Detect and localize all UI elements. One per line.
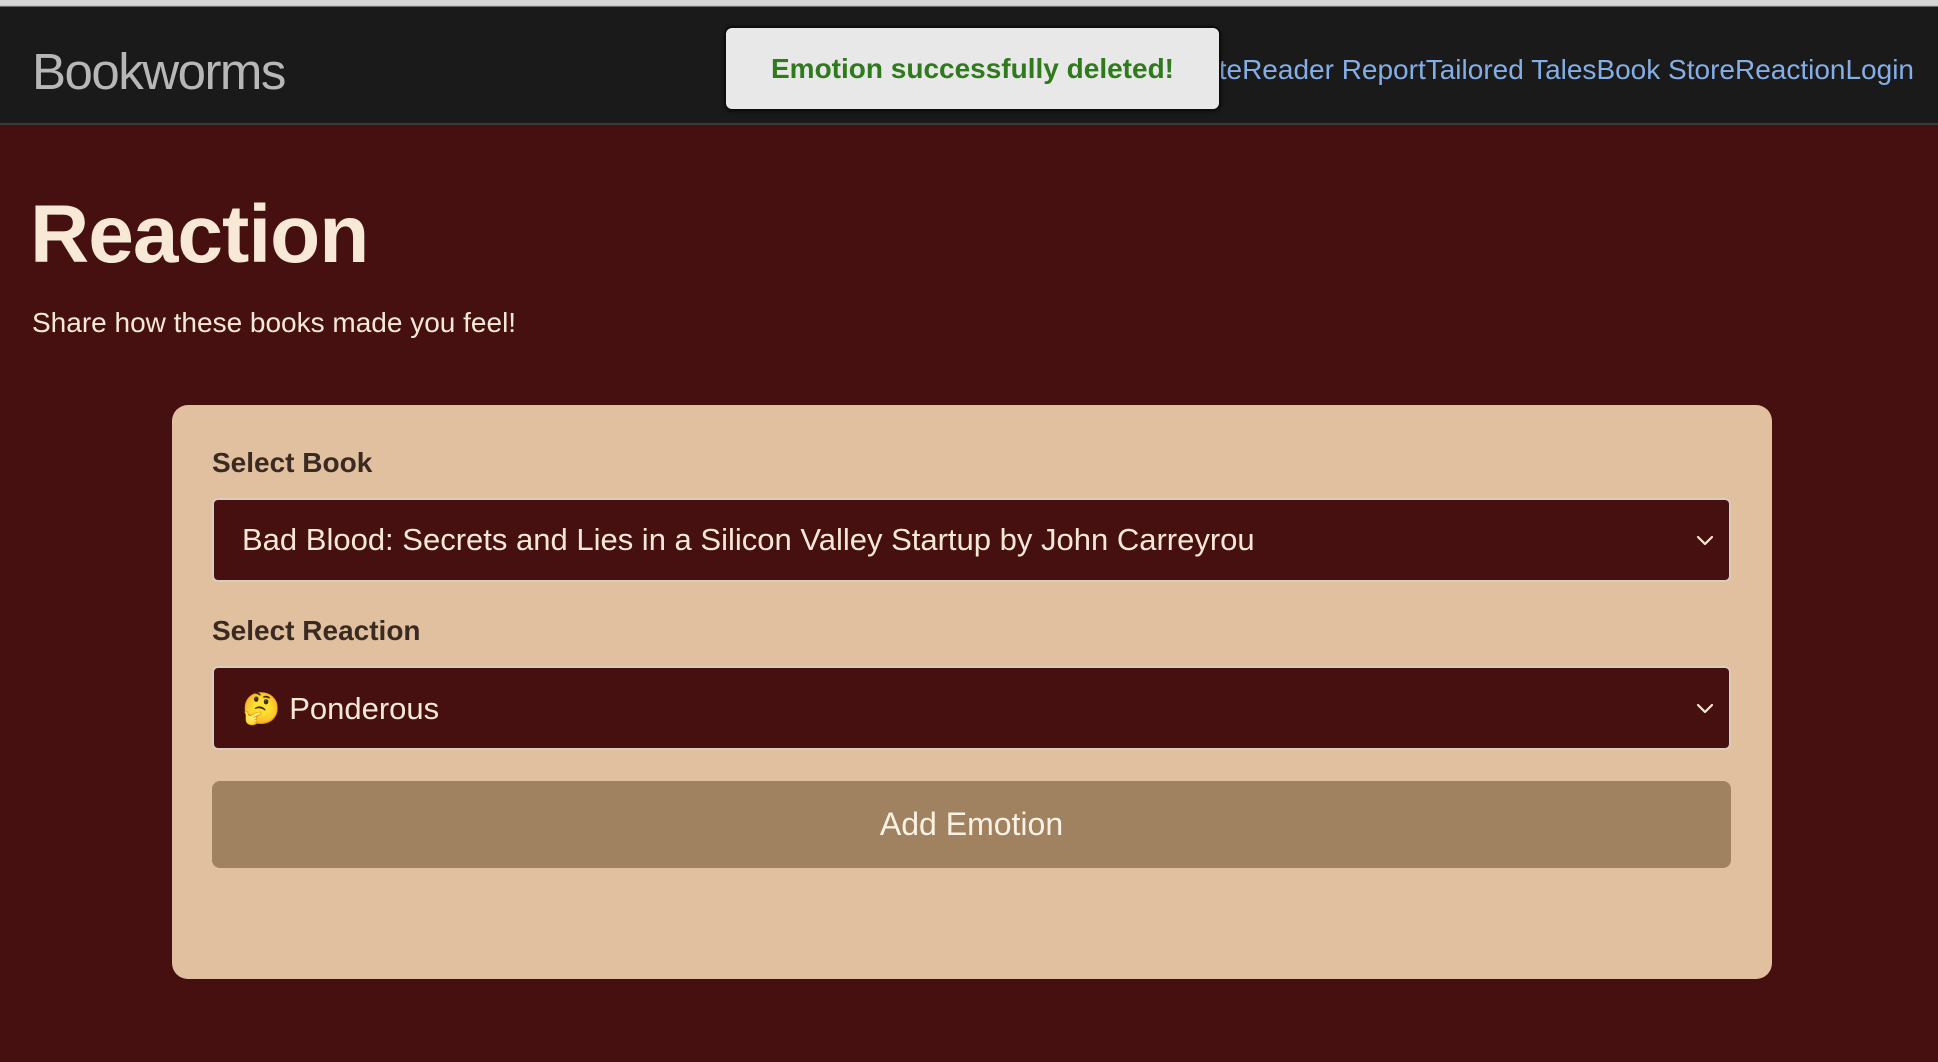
reaction-select-label: Select Reaction [212, 615, 421, 646]
book-select[interactable]: Bad Blood: Secrets and Lies in a Silicon… [212, 498, 1731, 582]
add-emotion-button[interactable]: Add Emotion [212, 781, 1731, 868]
reaction-form-card: Select Book Bad Blood: Secrets and Lies … [172, 405, 1772, 979]
brand-logo[interactable]: Bookworms [32, 42, 286, 101]
reaction-select-value: 🤔 Ponderous [242, 690, 440, 726]
browser-top-edge [0, 0, 1938, 14]
book-select-label: Select Book [212, 447, 373, 478]
nav-link-login[interactable]: Login [1845, 54, 1914, 86]
page-title: Reaction [30, 189, 369, 280]
chevron-down-icon [1696, 703, 1714, 714]
nav-link-book-store[interactable]: Book Store [1596, 54, 1735, 86]
nav-links: ette Reader Report Tailored Tales Book S… [1195, 54, 1914, 86]
nav-link-tailored-tales[interactable]: Tailored Tales [1426, 54, 1597, 86]
nav-link-reader-report[interactable]: Reader Report [1242, 54, 1426, 86]
page-subtitle: Share how these books made you feel! [32, 307, 517, 338]
reaction-select[interactable]: 🤔 Ponderous [212, 666, 1731, 750]
nav-link-reaction[interactable]: Reaction [1735, 54, 1846, 86]
book-select-value: Bad Blood: Secrets and Lies in a Silicon… [242, 522, 1255, 557]
chevron-down-icon [1696, 535, 1714, 546]
success-toast: Emotion successfully deleted! [724, 26, 1221, 111]
